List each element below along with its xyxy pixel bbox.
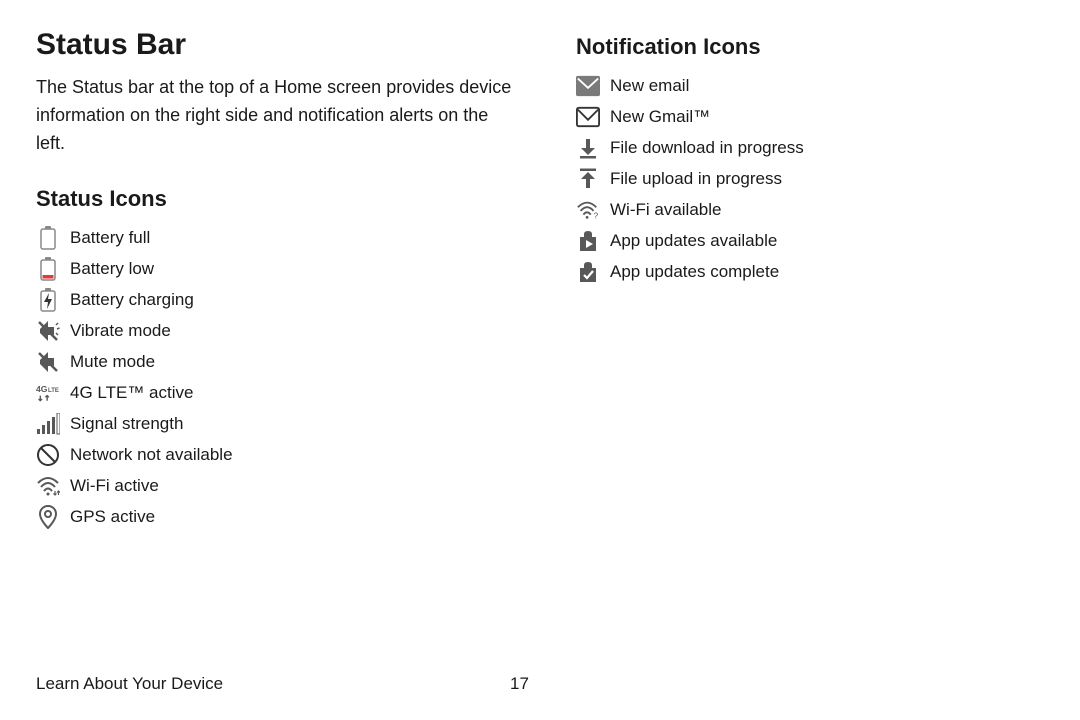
icon-row: App updates available	[576, 229, 1006, 253]
page-title: Status Bar	[36, 28, 536, 62]
wifi-available-icon: ?	[576, 198, 600, 222]
upload-icon	[576, 167, 600, 191]
icon-row: File upload in progress	[576, 167, 1006, 191]
icon-label: Network not available	[70, 445, 233, 465]
intro-paragraph: The Status bar at the top of a Home scre…	[36, 74, 516, 158]
svg-text:?: ?	[594, 210, 599, 220]
icon-label: Wi-Fi active	[70, 476, 159, 496]
icon-label: Mute mode	[70, 352, 155, 372]
svg-text:4G: 4G	[36, 384, 48, 394]
icon-row: ? Wi-Fi available	[576, 198, 1006, 222]
icon-row: 4GLTE 4G LTE™ active	[36, 381, 536, 405]
icon-row: New email	[576, 74, 1006, 98]
left-column: Status Bar The Status bar at the top of …	[36, 28, 536, 536]
icon-label: Vibrate mode	[70, 321, 171, 341]
notification-icons-heading: Notification Icons	[576, 34, 1006, 60]
icon-label: Battery low	[70, 259, 154, 279]
document-page: Status Bar The Status bar at the top of …	[0, 0, 1080, 720]
right-column: Notification Icons New email New Gmail™ Fi…	[576, 28, 1006, 536]
icon-label: File upload in progress	[610, 169, 782, 189]
icon-row: Battery charging	[36, 288, 536, 312]
icon-label: 4G LTE™ active	[70, 383, 193, 403]
battery-charging-icon	[36, 288, 60, 312]
icon-row: Signal strength	[36, 412, 536, 436]
icon-label: Battery full	[70, 228, 150, 248]
icon-row: Battery full	[36, 226, 536, 250]
icon-label: Battery charging	[70, 290, 194, 310]
wifi-active-icon	[36, 474, 60, 498]
icon-row: New Gmail™	[576, 105, 1006, 129]
icon-row: Mute mode	[36, 350, 536, 374]
no-network-icon	[36, 443, 60, 467]
icon-row: File download in progress	[576, 136, 1006, 160]
icon-label: New Gmail™	[610, 107, 710, 127]
vibrate-icon	[36, 319, 60, 343]
updates-complete-icon	[576, 260, 600, 284]
icon-label: File download in progress	[610, 138, 804, 158]
icon-label: New email	[610, 76, 689, 96]
icon-label: GPS active	[70, 507, 155, 527]
svg-text:LTE: LTE	[48, 388, 59, 394]
email-icon	[576, 74, 600, 98]
app-updates-icon	[576, 229, 600, 253]
icon-label: App updates available	[610, 231, 777, 251]
download-icon	[576, 136, 600, 160]
status-icons-list: Battery full Battery low Battery charging V…	[36, 226, 536, 529]
icon-row: Vibrate mode	[36, 319, 536, 343]
notification-icons-list: New email New Gmail™ File download in prog…	[576, 74, 1006, 284]
icon-row: GPS active	[36, 505, 536, 529]
gps-icon	[36, 505, 60, 529]
mute-icon	[36, 350, 60, 374]
4g-lte-icon: 4GLTE	[36, 381, 60, 405]
icon-row: App updates complete	[576, 260, 1006, 284]
status-icons-heading: Status Icons	[36, 186, 536, 212]
signal-icon	[36, 412, 60, 436]
page-number: 17	[510, 674, 529, 694]
battery-low-icon	[36, 257, 60, 281]
icon-row: Network not available	[36, 443, 536, 467]
battery-full-icon	[36, 226, 60, 250]
icon-row: Battery low	[36, 257, 536, 281]
icon-label: App updates complete	[610, 262, 779, 282]
gmail-icon	[576, 105, 600, 129]
icon-label: Signal strength	[70, 414, 183, 434]
footer-text: Learn About Your Device	[36, 674, 223, 694]
icon-label: Wi-Fi available	[610, 200, 721, 220]
icon-row: Wi-Fi active	[36, 474, 536, 498]
